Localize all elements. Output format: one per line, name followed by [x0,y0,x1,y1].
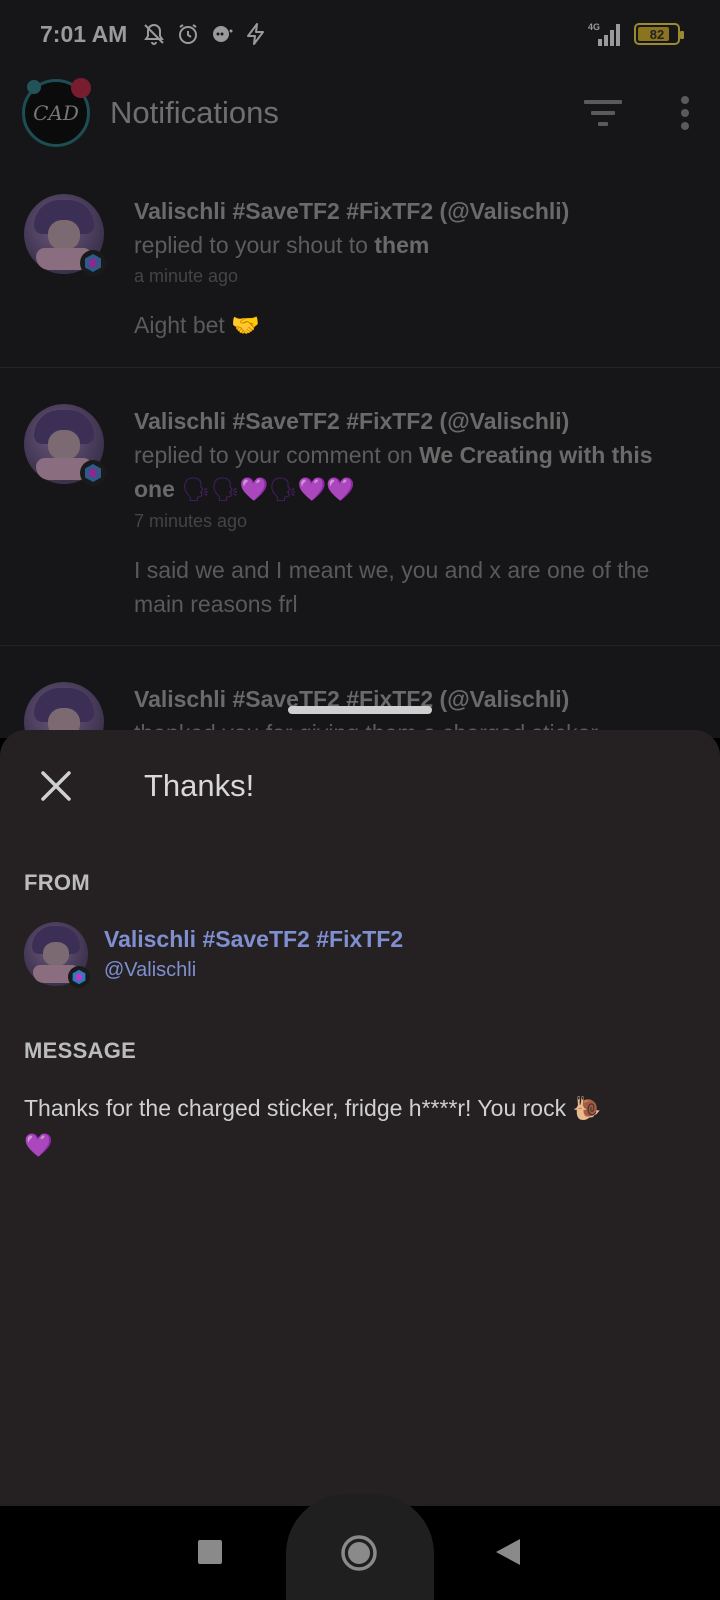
sender-handle[interactable]: @Valischli [104,955,403,985]
alarm-icon [175,21,201,47]
app-header: CAD Notifications [0,68,720,158]
notification-item[interactable]: Valischli #SaveTF2 #FixTF2 (@Valischli) … [0,368,720,646]
unread-dot [71,78,91,98]
recents-square-icon [198,1540,222,1564]
level-badge-icon [80,460,106,486]
battery-tip [680,31,684,39]
post-emojis: 🗣🗣💜🗣💜💜 [181,477,355,503]
notification-message: Aight bet 🤝 [134,312,260,339]
home-circle-icon [341,1535,377,1571]
status-bar: 7:01 AM 4G 82 [0,0,720,68]
notification-author: Valischli #SaveTF2 #FixTF2 (@Valischli) [134,408,570,434]
thanks-bottom-sheet: Thanks! FROM Valischli #SaveTF2 #FixTF2 … [0,730,720,1506]
close-icon [41,771,71,801]
more-vert-icon[interactable] [680,96,690,130]
notification-time: a minute ago [134,266,239,286]
notification-time: 7 minutes ago [134,511,248,531]
system-nav-bar [0,1494,720,1600]
page-title: Notifications [110,95,279,130]
notification-action: replied to your comment on We Creating w… [134,442,653,503]
chat-bubble-icon [209,21,235,47]
thanks-message: Thanks for the charged sticker, fridge h… [24,1095,602,1159]
sheet-title: Thanks! [144,768,255,803]
network-type: 4G [588,22,600,32]
sender-info: Valischli #SaveTF2 #FixTF2 @Valischli [104,923,403,985]
recents-button[interactable] [192,1534,228,1570]
back-triangle-icon [496,1539,520,1565]
logo-decoration [27,80,41,94]
notifications-list: Valischli #SaveTF2 #FixTF2 (@Valischli) … [0,158,720,738]
notification-body: Valischli #SaveTF2 #FixTF2 (@Valischli) … [134,404,696,621]
mute-bell-icon [141,21,167,47]
home-button[interactable] [336,1530,382,1576]
flash-icon [243,21,269,47]
logo-text: CAD [33,101,79,125]
notification-author: Valischli #SaveTF2 #FixTF2 (@Valischli) [134,198,570,224]
sender-name[interactable]: Valischli #SaveTF2 #FixTF2 [104,923,403,955]
signal-icon: 4G [588,22,620,46]
from-label: FROM [24,870,90,895]
avatar[interactable] [24,404,106,486]
community-logo[interactable]: CAD [22,78,91,147]
sheet-drag-handle[interactable] [288,706,432,714]
back-button[interactable] [488,1532,528,1572]
notification-action: replied to your shout to them [134,232,430,258]
notification-item[interactable]: Valischli #SaveTF2 #FixTF2 (@Valischli) … [0,158,720,368]
snail-emoji: 🐌 [572,1096,602,1122]
status-time: 7:01 AM [40,20,128,47]
sender-avatar[interactable] [24,922,90,988]
battery-icon: 82 [634,23,684,45]
sender[interactable]: Valischli #SaveTF2 #FixTF2 @Valischli [24,922,403,988]
level-badge-icon [68,966,90,988]
close-button[interactable] [36,766,76,806]
header-actions [584,96,698,130]
filter-icon[interactable] [584,98,622,128]
purple-heart-emoji: 💜 [24,1133,53,1159]
avatar[interactable] [24,194,106,276]
handshake-emoji: 🤝 [231,313,260,339]
notification-message: I said we and I meant we, you and x are … [134,557,650,617]
notification-item[interactable]: Valischli #SaveTF2 #FixTF2 (@Valischli) … [0,646,720,738]
level-badge-icon [80,250,106,276]
battery-text: 82 [649,26,665,42]
message-label: MESSAGE [24,1038,137,1063]
notification-body: Valischli #SaveTF2 #FixTF2 (@Valischli) … [134,194,696,343]
status-right: 4G 82 [586,21,684,47]
